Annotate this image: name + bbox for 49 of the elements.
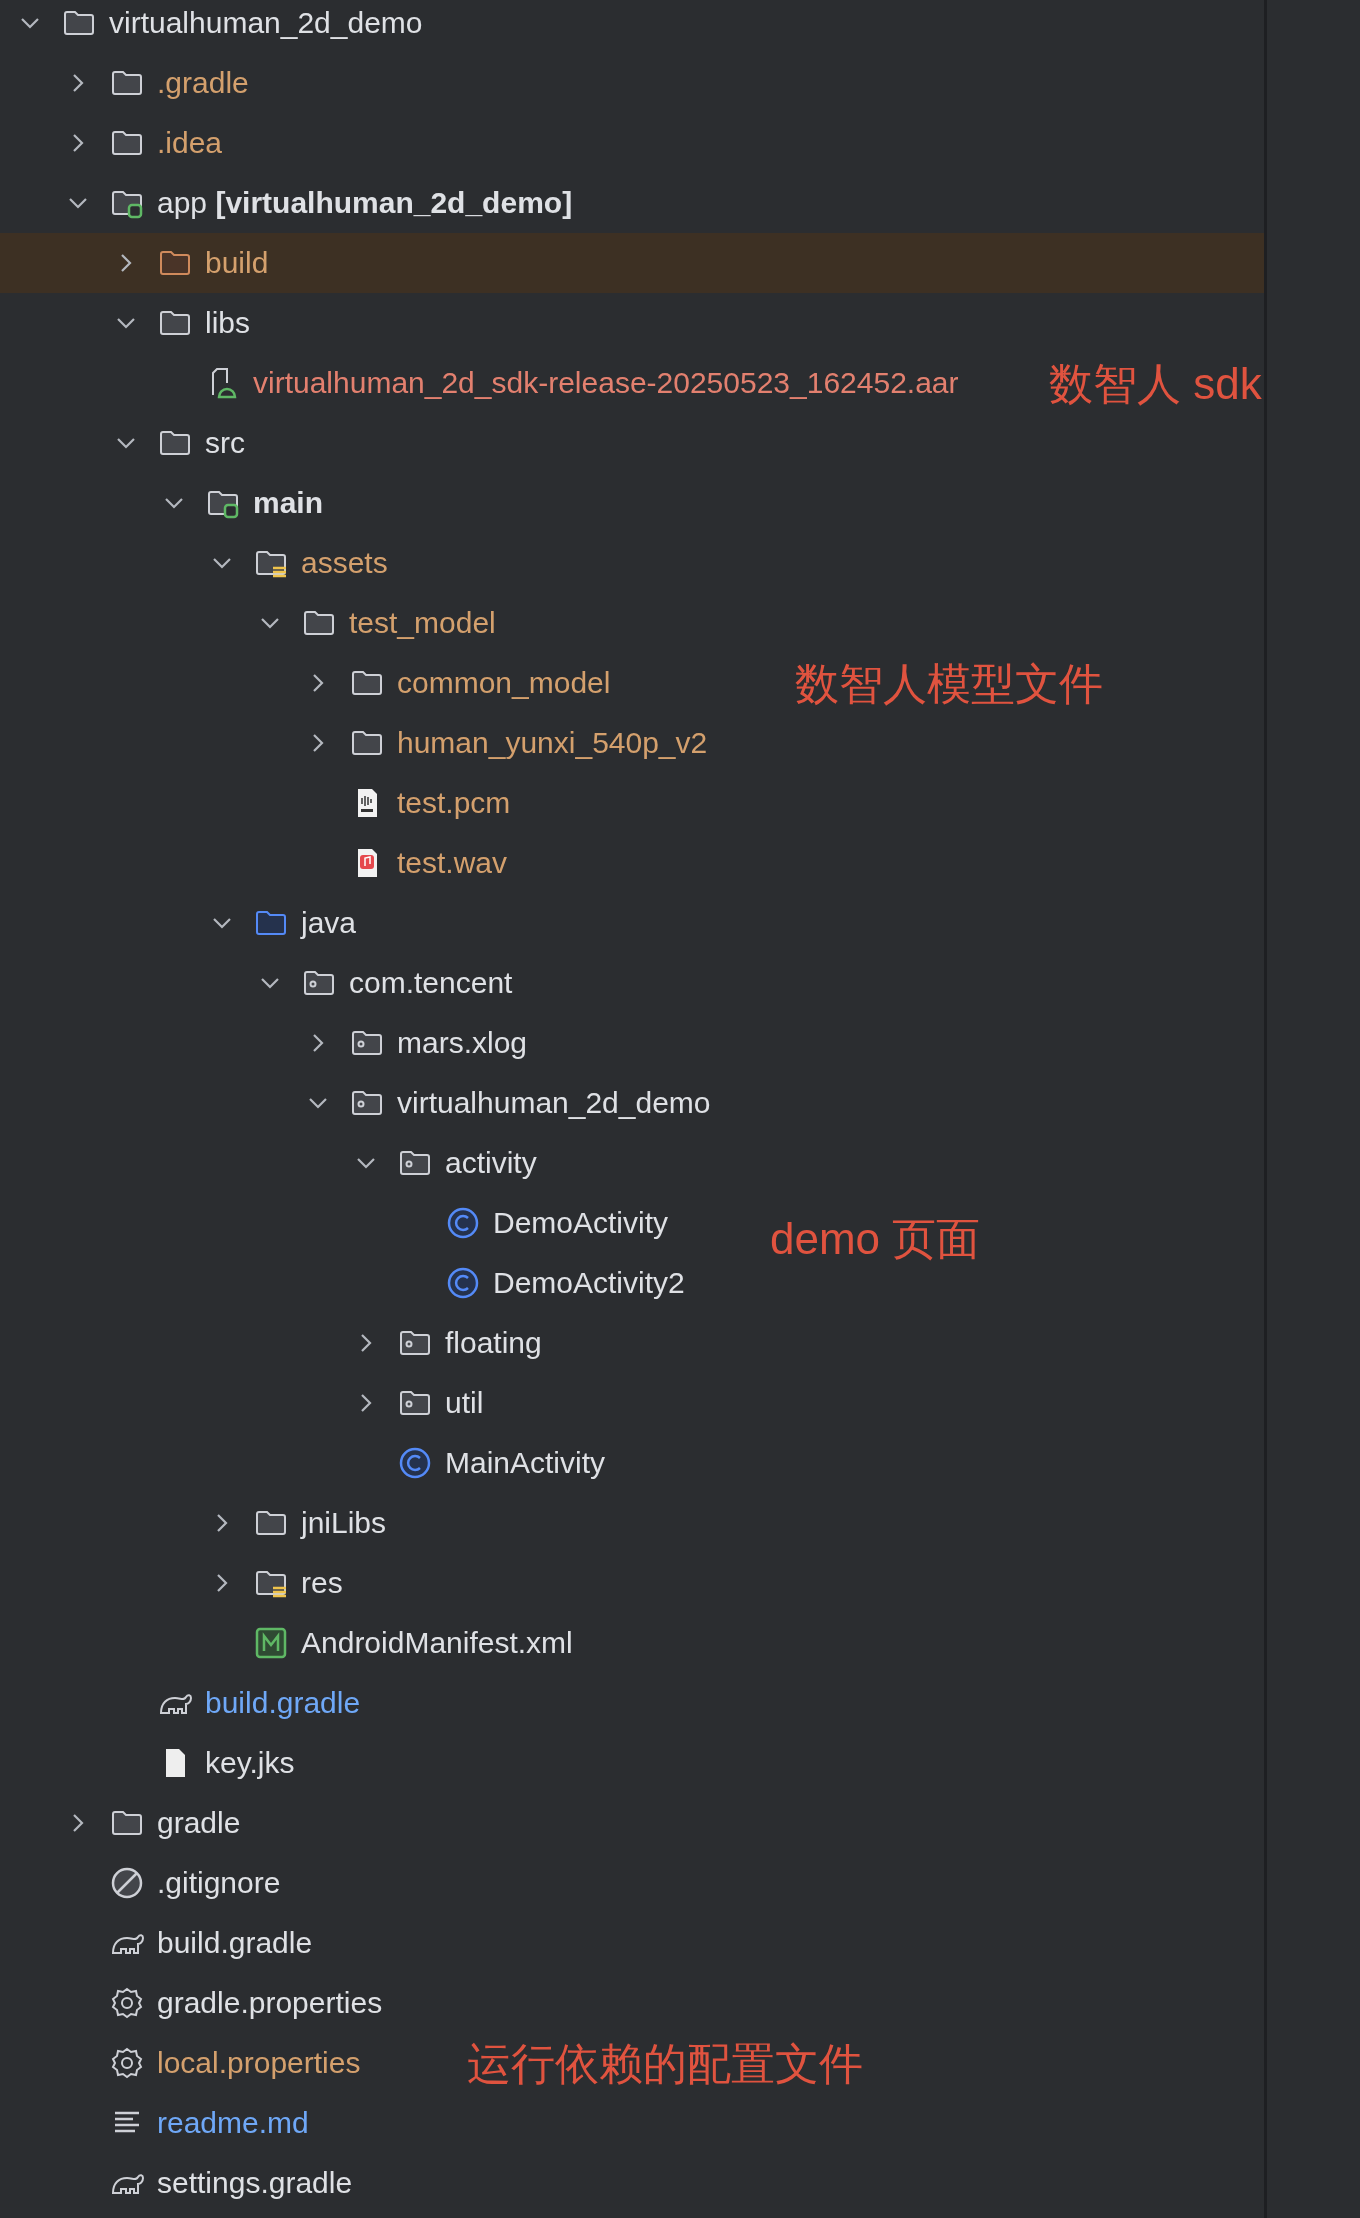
tree-item-label: build.gradle: [205, 1686, 361, 1720]
tree-item-label: .gradle: [157, 66, 249, 100]
highlighted-row[interactable]: build: [0, 233, 1264, 293]
tree-item-label: app [virtualhuman_2d_demo]: [157, 186, 573, 220]
tree-item-label: activity: [445, 1146, 537, 1180]
tree-item-label: mars.xlog: [397, 1026, 528, 1060]
settings-icon: [109, 1985, 145, 2021]
tree-item-label: res: [301, 1566, 343, 1600]
tree-item-label: build.gradle: [157, 1926, 313, 1960]
tree-item-label: key.jks: [205, 1746, 295, 1780]
tree-item-label: build: [205, 246, 269, 280]
tree-item-label: gradle: [157, 1806, 241, 1840]
tree-item-label: util: [445, 1386, 484, 1420]
tree-item-label: virtualhuman_2d_demo: [109, 6, 423, 40]
settings-icon: [109, 2045, 145, 2081]
class-icon: [397, 1445, 433, 1481]
annotation-text: demo 页面: [770, 1213, 981, 1265]
tree-item-label: test_model: [349, 606, 496, 640]
tree-item-label: test.wav: [397, 846, 508, 880]
class-icon: [445, 1205, 481, 1241]
tree-item-label: .idea: [157, 126, 223, 160]
tree-item-label: gradle.properties: [157, 1986, 383, 2020]
tree-item-label: local.properties: [157, 2046, 361, 2080]
tree-item-label: test.pcm: [397, 786, 511, 820]
tree-item-label: DemoActivity2: [493, 1266, 685, 1300]
tree-item-label: virtualhuman_2d_sdk-release-20250523_162452.aar: [253, 366, 959, 400]
manifest-icon: [253, 1625, 289, 1661]
tree-item-label: human_yunxi_540p_v2: [397, 726, 708, 760]
ignore-icon: [109, 1865, 145, 1901]
tree-item-label: virtualhuman_2d_demo: [397, 1086, 711, 1120]
tree-item-label: main: [253, 486, 324, 520]
tree-item-label: readme.md: [157, 2106, 309, 2140]
tree-item-label: .gitignore: [157, 1866, 281, 1900]
tree-item-label: assets: [301, 546, 388, 580]
tree-item-label: floating: [445, 1326, 542, 1360]
tree-item-label: DemoActivity: [493, 1206, 669, 1240]
class-icon: [445, 1265, 481, 1301]
tree-item-label: com.tencent: [349, 966, 513, 1000]
tree-item-label: src: [205, 426, 245, 460]
tree-item-label: jniLibs: [301, 1506, 387, 1540]
annotation-text: 运行依赖的配置文件: [467, 2038, 863, 2090]
annotation-text: 数智人 sdk: [1049, 358, 1262, 410]
tree-item-label: libs: [205, 306, 250, 340]
tree-item-label: MainActivity: [445, 1446, 606, 1480]
tree-item-label: java: [301, 906, 357, 940]
tree-item-label: settings.gradle: [157, 2166, 353, 2200]
tree-item-label: common_model: [397, 666, 611, 700]
tree-item-label: AndroidManifest.xml: [301, 1626, 573, 1660]
annotation-text: 数智人模型文件: [795, 658, 1103, 710]
